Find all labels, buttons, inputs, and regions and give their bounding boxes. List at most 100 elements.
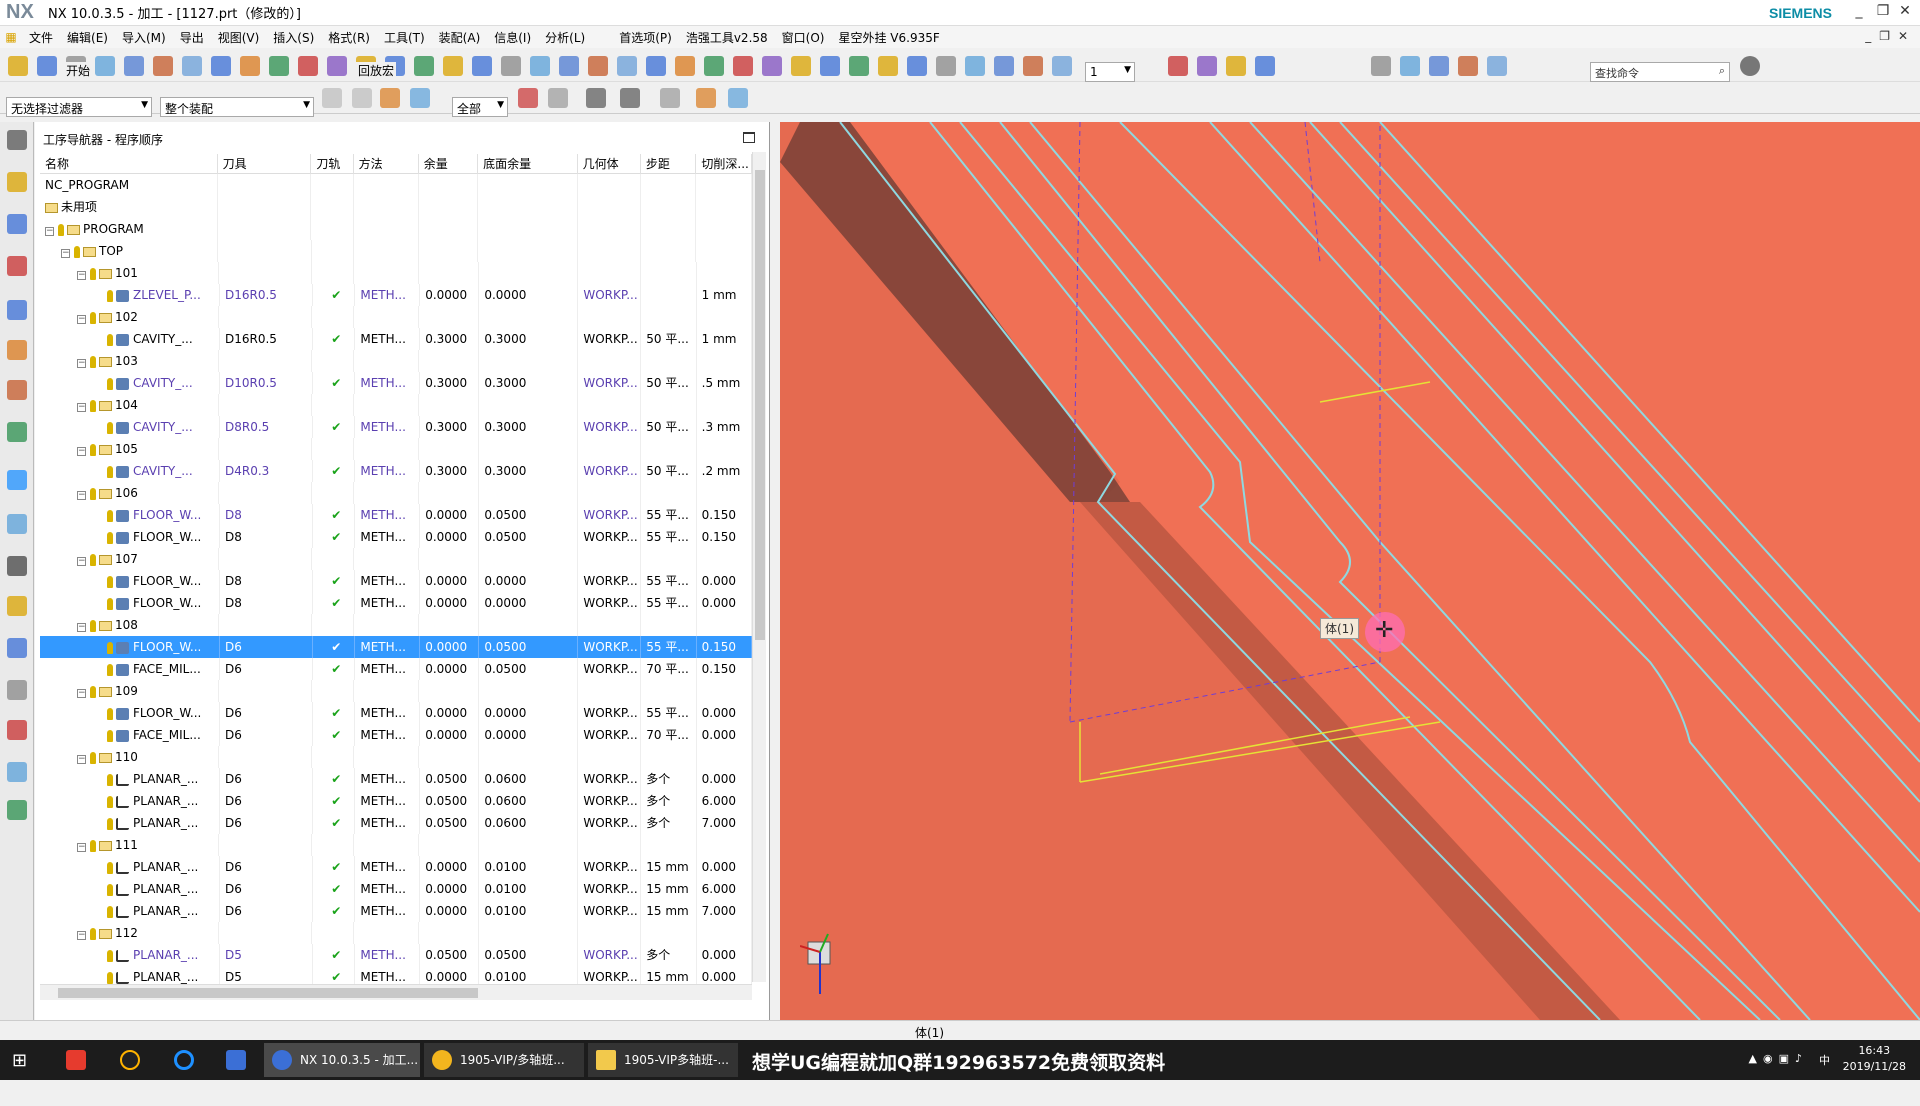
toolbar-tool-icon[interactable] [240, 56, 260, 76]
operation-row[interactable]: FACE_MIL... D6 ✔ METH... 0.0000 0.0500 WORKP..… [40, 658, 752, 680]
toolbar-tool-icon[interactable] [530, 56, 550, 76]
toolbar-tool-icon[interactable] [95, 56, 115, 76]
resource-bar-icon[interactable] [7, 214, 27, 234]
resource-bar-icon[interactable] [7, 340, 27, 360]
resource-bar-icon[interactable] [7, 720, 27, 740]
collapse-toggle-icon[interactable]: − [77, 271, 86, 280]
resource-bar-icon[interactable] [7, 556, 27, 576]
group-row[interactable]: − 104 [40, 394, 752, 416]
ime-indicator[interactable]: 中 [1819, 1052, 1830, 1068]
collapse-toggle-icon[interactable]: − [77, 359, 86, 368]
collapse-toggle-icon[interactable]: − [77, 689, 86, 698]
toolbar-tool-icon[interactable] [443, 56, 463, 76]
toolbar-tool-icon[interactable] [994, 56, 1014, 76]
resource-bar-icon[interactable] [7, 596, 27, 616]
menu-item-4[interactable]: 视图(V) [211, 29, 267, 46]
menu-item-7[interactable]: 工具(T) [377, 29, 432, 46]
toolbar-tool-icon[interactable] [704, 56, 724, 76]
menu-item-8[interactable]: 装配(A) [432, 29, 488, 46]
operation-row[interactable]: PLANAR_... D6 ✔ METH... 0.0500 0.0600 WORKP...… [40, 768, 752, 790]
menu-item-14[interactable]: 星空外挂 V6.935F [831, 29, 946, 46]
group-row[interactable]: − PROGRAM [40, 218, 752, 240]
collapse-toggle-icon[interactable]: − [61, 249, 70, 258]
graphics-viewport[interactable]: 体(1) ✛ [780, 122, 1920, 1020]
selection-tool-icon[interactable] [696, 88, 716, 108]
minimize-icon[interactable]: _ [1848, 3, 1870, 19]
start-menu-button[interactable]: 开始 [64, 62, 93, 79]
collapse-toggle-icon[interactable]: − [77, 403, 86, 412]
toolbar-tool-icon[interactable] [1429, 56, 1449, 76]
toolbar-tool-icon[interactable] [936, 56, 956, 76]
toolbar-tool-icon[interactable] [878, 56, 898, 76]
column-header-0[interactable]: 名称 [40, 154, 218, 174]
task-nx[interactable]: NX 10.0.3.5 - 加工... [264, 1043, 420, 1077]
toolbar-tool-icon[interactable] [588, 56, 608, 76]
resource-bar-icon[interactable] [7, 680, 27, 700]
toolbar-tool-icon[interactable] [820, 56, 840, 76]
menu-item-0[interactable]: 文件 [22, 29, 60, 46]
selection-tool-icon[interactable] [380, 88, 400, 108]
scroll-thumb[interactable] [58, 988, 478, 998]
collapse-toggle-icon[interactable]: − [77, 623, 86, 632]
group-row[interactable]: − 111 [40, 834, 752, 856]
toolbar-tool-icon[interactable] [472, 56, 492, 76]
operation-row[interactable]: PLANAR_... D6 ✔ METH... 0.0000 0.0100 WORKP...… [40, 900, 752, 922]
group-row[interactable]: − 109 [40, 680, 752, 702]
column-header-7[interactable]: 步距 [641, 154, 697, 174]
toolbar-tool-icon[interactable] [1458, 56, 1478, 76]
operation-row[interactable]: PLANAR_... D6 ✔ METH... 0.0500 0.0600 WORKP...… [40, 790, 752, 812]
selection-tool-icon[interactable] [660, 88, 680, 108]
column-header-1[interactable]: 刀具 [218, 154, 312, 174]
collapse-toggle-icon[interactable]: − [77, 491, 86, 500]
selection-tool-icon[interactable] [586, 88, 606, 108]
document-window-controls[interactable]: _❐✕ [1865, 29, 1916, 43]
tray-icons[interactable]: ▲◉▣♪ [1749, 1052, 1808, 1065]
menu-item-11[interactable]: 首选项(P) [612, 29, 679, 46]
column-header-2[interactable]: 刀轨 [311, 154, 354, 174]
menu-item-10[interactable]: 分析(L) [538, 29, 592, 46]
operation-row[interactable]: FLOOR_W... D8 ✔ METH... 0.0000 0.0000 WORKP...… [40, 592, 752, 614]
toolbar-tool-icon[interactable] [907, 56, 927, 76]
toolbar-tool-icon[interactable] [124, 56, 144, 76]
group-row[interactable]: − 107 [40, 548, 752, 570]
selection-tool-icon[interactable] [518, 88, 538, 108]
group-row[interactable]: − 101 [40, 262, 752, 284]
resource-bar-icon[interactable] [7, 130, 27, 150]
toolbar-tool-icon[interactable] [791, 56, 811, 76]
toolbar-tool-icon[interactable] [211, 56, 231, 76]
toolbar-tool-icon[interactable] [1168, 56, 1188, 76]
task-video-2[interactable]: 1905-VIP多轴班-... [588, 1043, 738, 1077]
operation-row[interactable]: PLANAR_... D6 ✔ METH... 0.0000 0.0100 WORKP...… [40, 878, 752, 900]
toolbar-tool-icon[interactable] [849, 56, 869, 76]
selection-tool-icon[interactable] [352, 88, 372, 108]
operation-row[interactable]: ZLEVEL_P... D16R0.5 ✔ METH... 0.0000 0.0000 WO… [40, 284, 752, 306]
toolbar-tool-icon[interactable] [414, 56, 434, 76]
selection-tool-icon[interactable] [410, 88, 430, 108]
operation-row[interactable]: CAVITY_... D4R0.3 ✔ METH... 0.3000 0.3000 WORK… [40, 460, 752, 482]
column-header-4[interactable]: 余量 [419, 154, 479, 174]
toolbar-tool-icon[interactable] [37, 56, 57, 76]
replay-macro-button[interactable]: 回放宏 [356, 62, 397, 79]
toolbar-tool-icon[interactable] [1400, 56, 1420, 76]
column-header-8[interactable]: 切削深... [696, 154, 753, 174]
resource-bar-icon[interactable] [7, 762, 27, 782]
selection-tool-icon[interactable] [548, 88, 568, 108]
menu-item-9[interactable]: 信息(I) [487, 29, 538, 46]
group-row[interactable]: 未用项 [40, 196, 752, 218]
toolbar-tool-icon[interactable] [501, 56, 521, 76]
menu-item-5[interactable]: 插入(S) [266, 29, 321, 46]
menu-grid-icon[interactable]: ▦ [0, 30, 22, 44]
command-search-input[interactable]: 查找命令 ⌕ [1590, 62, 1730, 82]
operation-row[interactable]: PLANAR_... D5 ✔ METH... 0.0500 0.0500 WORKP...… [40, 944, 752, 966]
operation-row[interactable]: CAVITY_... D16R0.5 ✔ METH... 0.3000 0.3000 WOR… [40, 328, 752, 350]
role-icon[interactable] [1740, 56, 1760, 76]
toolbar-tool-icon[interactable] [617, 56, 637, 76]
operation-row[interactable]: PLANAR_... D6 ✔ METH... 0.0000 0.0100 WORKP...… [40, 856, 752, 878]
maximize-icon[interactable] [743, 132, 755, 143]
selection-tool-icon[interactable] [620, 88, 640, 108]
operation-row[interactable]: PLANAR_... D6 ✔ METH... 0.0500 0.0600 WORKP...… [40, 812, 752, 834]
task-video-1[interactable]: 1905-VIP/多轴班... [424, 1043, 584, 1077]
collapse-toggle-icon[interactable]: − [77, 447, 86, 456]
resource-bar-icon[interactable] [7, 380, 27, 400]
operation-row[interactable]: FACE_MIL... D6 ✔ METH... 0.0000 0.0000 WORKP..… [40, 724, 752, 746]
